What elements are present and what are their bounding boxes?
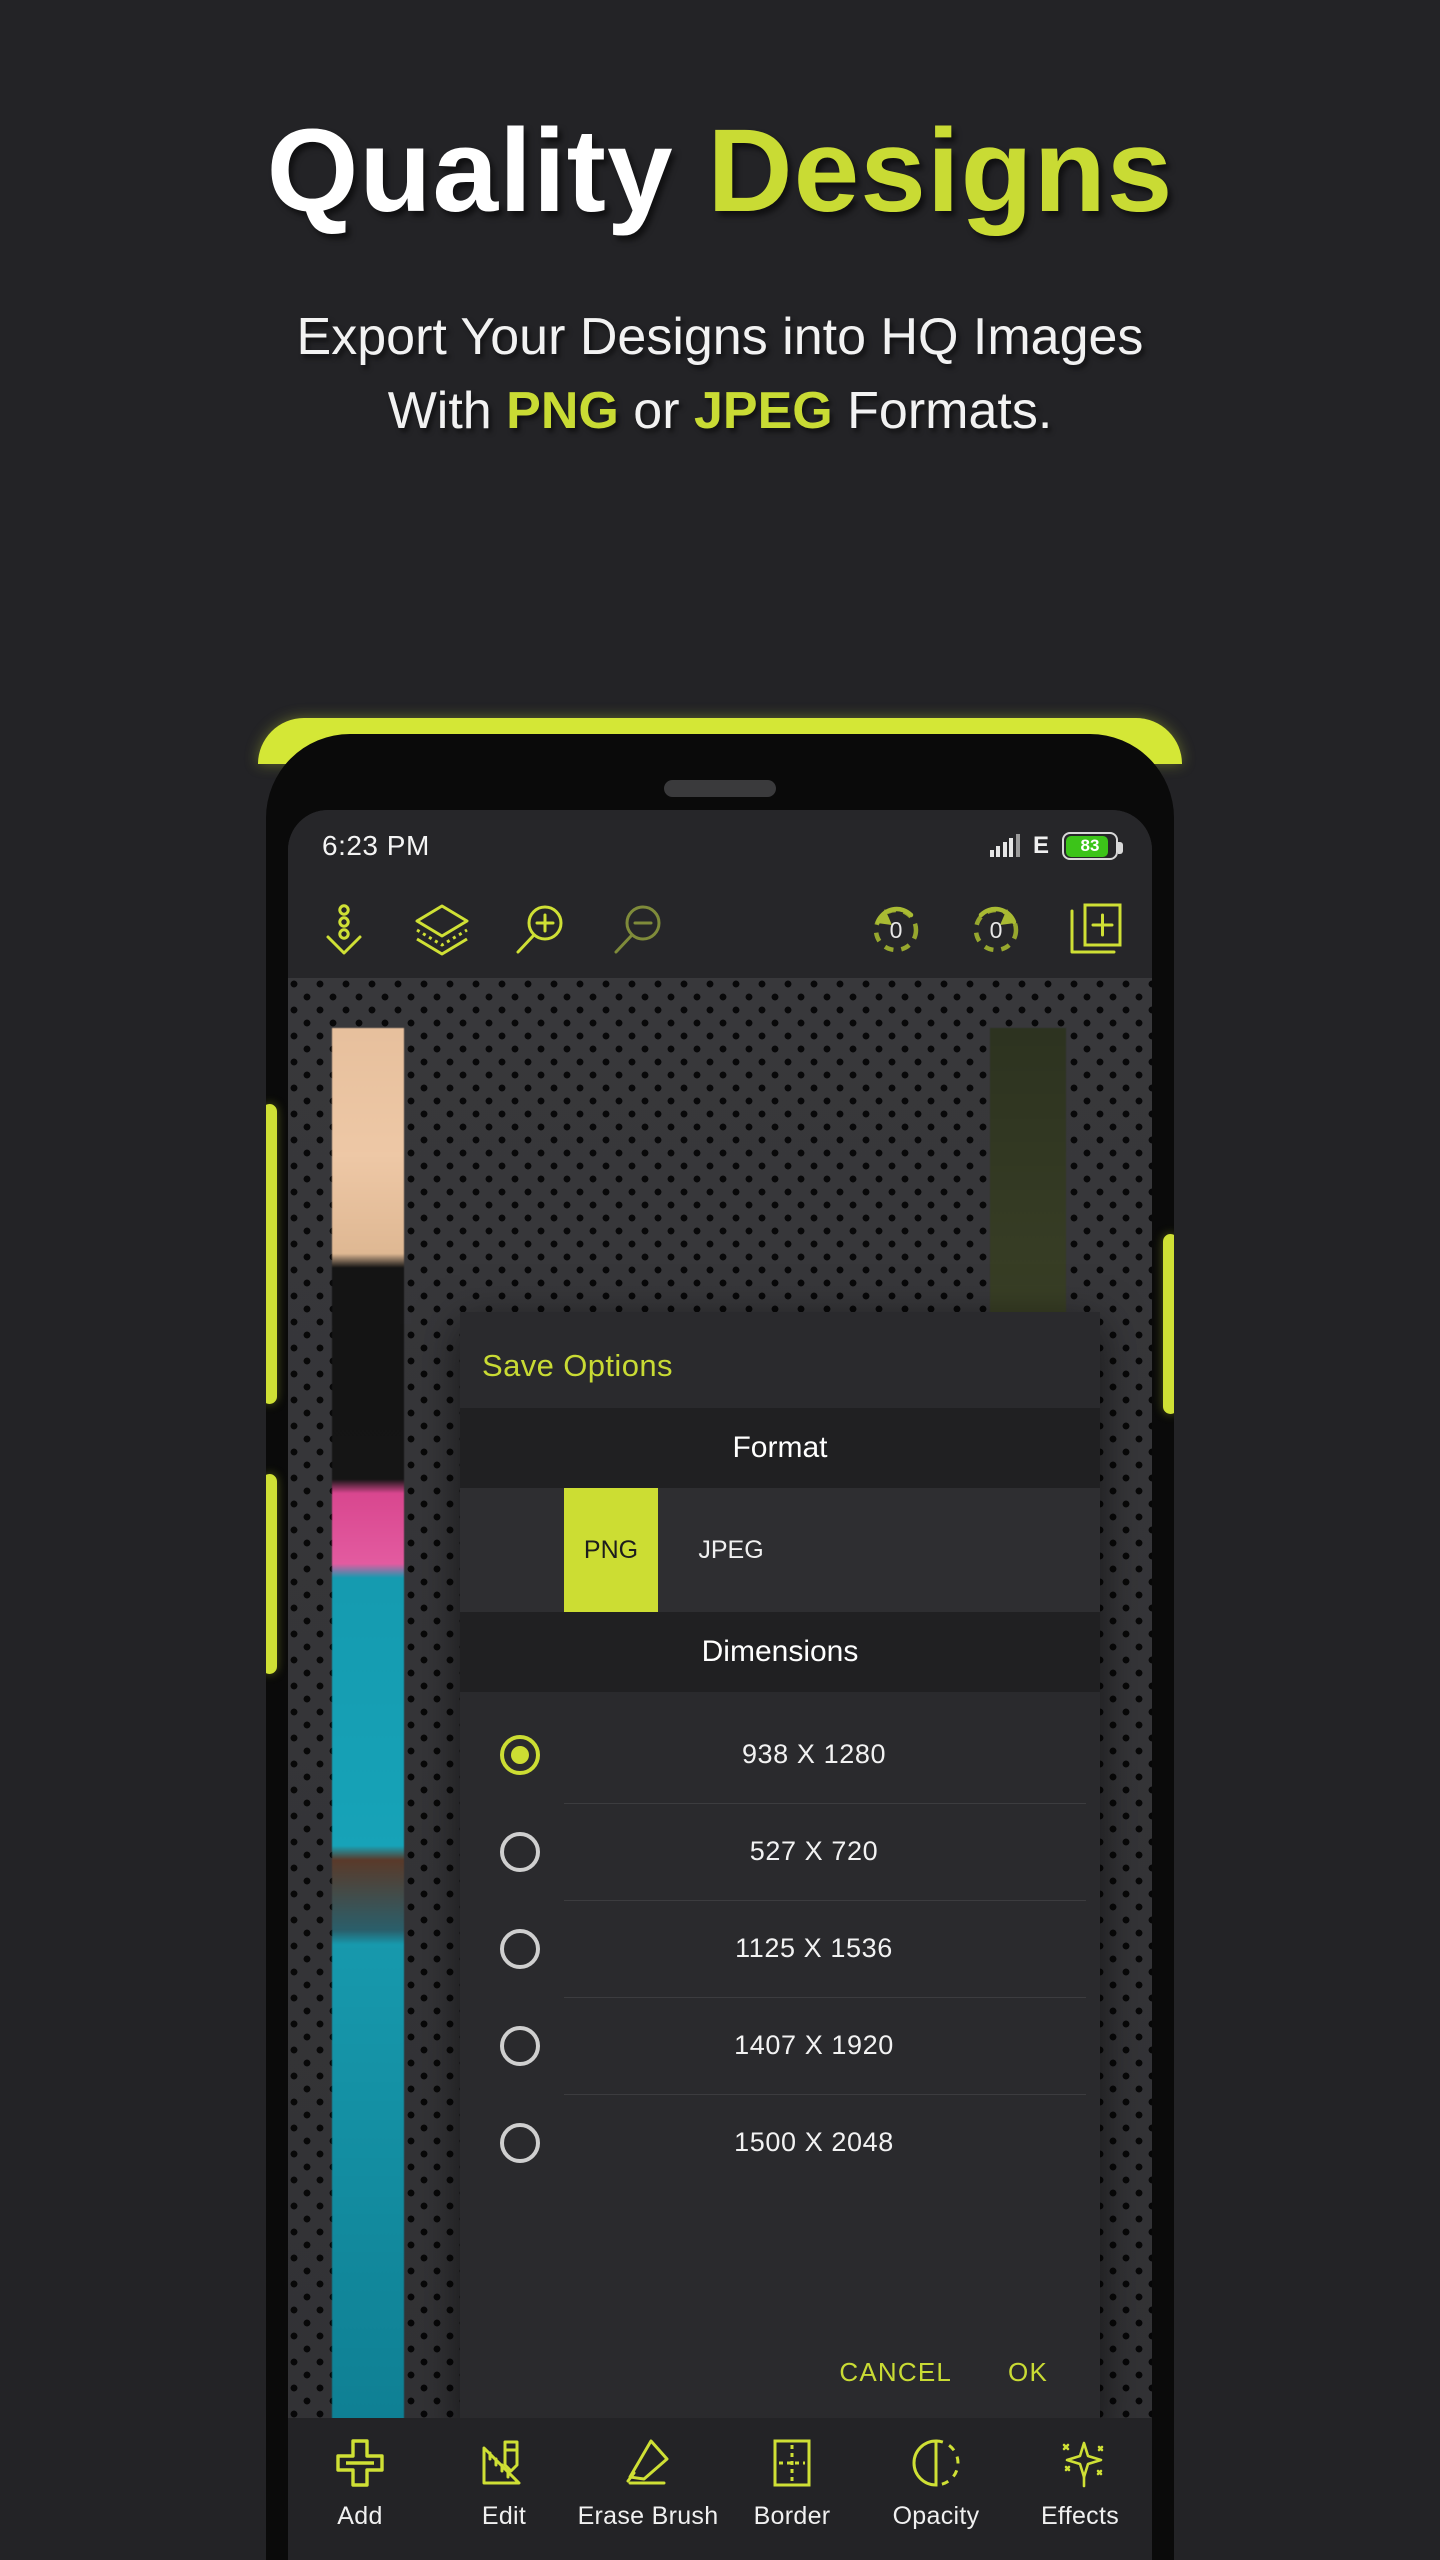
save-download-icon	[326, 904, 362, 955]
zoom-out-icon	[614, 905, 661, 954]
add-page-icon	[1070, 903, 1122, 954]
undo-icon: 0	[873, 906, 919, 953]
title-part-accent: Designs	[707, 105, 1174, 237]
svg-text:0: 0	[990, 917, 1003, 943]
dimension-label: 1407 X 1920	[734, 2030, 894, 2060]
battery-level-label: 83	[1080, 836, 1100, 855]
format-option-png[interactable]: PNG	[564, 1488, 658, 1612]
promo-subtitle: Export Your Designs into HQ Images With …	[0, 308, 1440, 442]
nav-item-border[interactable]: Border	[732, 2432, 852, 2531]
top-toolbar-right-group: 0 0	[860, 894, 1132, 966]
canvas-artwork-left	[332, 1028, 404, 2438]
dimension-row[interactable]: 1500 X 2048	[460, 2094, 1100, 2191]
nav-label: Add	[337, 2502, 383, 2530]
border-frame-icon	[766, 2432, 818, 2494]
dimension-label: 938 X 1280	[741, 1739, 887, 1769]
plus-icon	[334, 2432, 386, 2494]
eraser-icon	[622, 2432, 674, 2494]
battery-icon: 83	[1062, 832, 1123, 860]
dimension-radio[interactable]	[500, 1831, 540, 1872]
top-toolbar: 0 0	[288, 882, 1152, 978]
phone-screen: 6:23 PM E 83 0 0 Save Options Format PNG…	[288, 810, 1152, 2560]
nav-label: Border	[753, 2502, 831, 2530]
subtitle-formats: Formats.	[832, 381, 1053, 440]
zoom-in-button[interactable]	[504, 894, 576, 966]
dimension-label: 1125 X 1536	[735, 1933, 893, 1963]
redo-icon: 0	[973, 906, 1019, 953]
dialog-actions: CANCEL OK	[460, 2312, 1100, 2432]
power-key[interactable]	[1163, 1234, 1174, 1414]
dimension-row[interactable]: 938 X 1280	[460, 1706, 1100, 1803]
subtitle-jpeg: JPEG	[693, 381, 833, 440]
save-download-button[interactable]	[308, 894, 380, 966]
zoom-in-icon	[516, 905, 563, 954]
phone-body: 6:23 PM E 83 0 0 Save Options Format PNG…	[266, 734, 1174, 2560]
dimension-row[interactable]: 527 X 720	[460, 1803, 1100, 1900]
phone-speaker	[664, 780, 776, 797]
dimension-radio[interactable]	[500, 2025, 540, 2066]
dimension-radio[interactable]	[500, 2122, 540, 2163]
promo-page: Quality Designs Export Your Designs into…	[0, 0, 1440, 2560]
format-options-row: PNG JPEG	[460, 1488, 1100, 1612]
save-options-dialog: Save Options Format PNG JPEG Dimensions …	[460, 1312, 1100, 2432]
zoom-out-button[interactable]	[602, 894, 674, 966]
editor-canvas[interactable]: ⇚ Save Options Format PNG JPEG Dimension…	[288, 978, 1152, 2438]
svg-text:0: 0	[890, 917, 903, 943]
dimension-row[interactable]: 1125 X 1536	[460, 1900, 1100, 1997]
format-row-spacer	[460, 1488, 564, 1612]
layers-icon	[415, 904, 469, 956]
nav-item-erase-brush[interactable]: Erase Brush	[578, 2432, 718, 2531]
dimensions-list: 938 X 1280 527 X 720 1125 X 1536 1407 X …	[460, 1692, 1100, 2312]
add-page-button[interactable]	[1060, 894, 1132, 966]
bottom-toolbar: Add Edit Erase Brush Border Opacity Effe…	[288, 2418, 1152, 2560]
promo-header: Quality Designs Export Your Designs into…	[0, 0, 1440, 442]
dimension-row[interactable]: 1407 X 1920	[460, 1997, 1100, 2094]
redo-button[interactable]: 0	[960, 894, 1032, 966]
dialog-title: Save Options	[482, 1348, 673, 1383]
format-option-jpeg[interactable]: JPEG	[684, 1488, 778, 1612]
opacity-half-circle-icon	[910, 2432, 962, 2494]
top-toolbar-left-group	[308, 894, 674, 966]
dimension-label: 1500 X 2048	[734, 2127, 894, 2157]
subtitle-png: PNG	[506, 381, 619, 440]
dimension-label: 527 X 720	[749, 1836, 879, 1866]
dimension-radio[interactable]	[500, 1928, 540, 1969]
layers-button[interactable]	[406, 894, 478, 966]
undo-button[interactable]: 0	[860, 894, 932, 966]
pencil-ruler-icon	[478, 2432, 530, 2494]
status-indicators: E 83	[989, 832, 1123, 860]
nav-label: Effects	[1040, 2502, 1120, 2530]
dimension-radio-selected[interactable]	[500, 1734, 540, 1775]
signal-bars-icon	[989, 834, 1020, 857]
nav-item-effects[interactable]: Effects	[1020, 2432, 1140, 2531]
title-part-white: Quality	[266, 105, 708, 237]
ok-button[interactable]: OK	[1008, 2357, 1048, 2388]
nav-label: Opacity	[892, 2502, 980, 2530]
sparkle-icon	[1054, 2432, 1106, 2494]
nav-item-edit[interactable]: Edit	[444, 2432, 564, 2531]
nav-item-opacity[interactable]: Opacity	[876, 2432, 996, 2531]
network-type-label: E	[1032, 832, 1049, 859]
page-title: Quality Designs	[0, 112, 1440, 230]
cancel-button[interactable]: CANCEL	[839, 2357, 952, 2388]
phone-mockup: 6:23 PM E 83 0 0 Save Options Format PNG…	[258, 718, 1182, 2560]
subtitle-line-2: With PNG or JPEG Formats.	[0, 382, 1440, 442]
status-time: 6:23 PM	[322, 830, 430, 861]
dimensions-section-header: Dimensions	[460, 1612, 1100, 1692]
subtitle-with: With	[387, 381, 507, 440]
nav-label: Edit	[481, 2502, 527, 2530]
nav-label: Erase Brush	[577, 2502, 719, 2530]
volume-down-key[interactable]	[266, 1474, 277, 1674]
nav-item-add[interactable]: Add	[300, 2432, 420, 2531]
volume-up-key[interactable]	[266, 1104, 277, 1404]
subtitle-line-1: Export Your Designs into HQ Images	[296, 308, 1144, 366]
format-section-header: Format	[460, 1408, 1100, 1488]
subtitle-or: or	[618, 381, 694, 440]
status-bar: 6:23 PM E 83	[288, 810, 1152, 882]
